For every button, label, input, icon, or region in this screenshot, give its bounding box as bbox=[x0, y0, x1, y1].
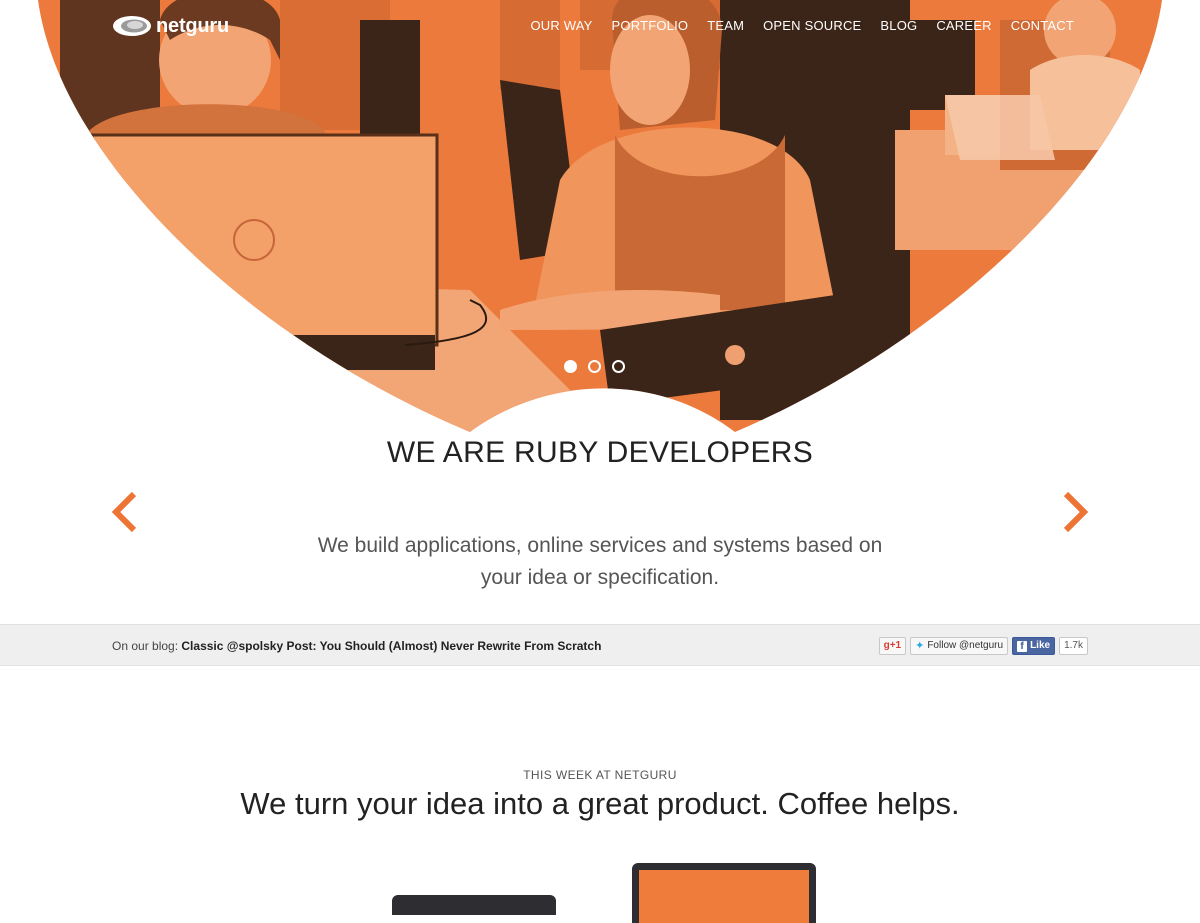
chevron-left-icon[interactable] bbox=[110, 490, 140, 534]
nav-item-contact[interactable]: CONTACT bbox=[1011, 18, 1074, 34]
facebook-like-button[interactable]: f Like bbox=[1012, 637, 1056, 655]
slider-pagination bbox=[564, 360, 625, 373]
nav-item-portfolio[interactable]: PORTFOLIO bbox=[612, 18, 689, 34]
section-kicker: THIS WEEK AT NETGURU bbox=[523, 768, 677, 782]
monitor-screen bbox=[639, 870, 809, 923]
hero-banner: netguru OUR WAY PORTFOLIO TEAM OPEN SOUR… bbox=[0, 0, 1200, 440]
facebook-icon: f bbox=[1017, 640, 1028, 652]
chevron-right-icon[interactable] bbox=[1060, 490, 1090, 534]
blog-teaser: On our blog: Classic @spolsky Post: You … bbox=[112, 639, 601, 653]
blog-post-link[interactable]: Classic @spolsky Post: You Should (Almos… bbox=[181, 639, 601, 653]
google-plus-button[interactable]: g+1 bbox=[878, 637, 907, 655]
twitter-follow-label: Follow @netguru bbox=[927, 640, 1004, 651]
section-heading: We turn your idea into a great product. … bbox=[240, 786, 960, 821]
slide-dot-3[interactable] bbox=[612, 360, 625, 373]
hero-description: We build applications, online services a… bbox=[317, 534, 883, 589]
nav-item-open-source[interactable]: OPEN SOURCE bbox=[763, 18, 861, 34]
twitter-bird-icon: ✦ bbox=[915, 640, 925, 652]
logo-mark-icon bbox=[113, 16, 151, 36]
nav-item-career[interactable]: CAREER bbox=[936, 18, 991, 34]
monitor-illustration bbox=[632, 863, 816, 923]
laptop-illustration bbox=[392, 895, 556, 915]
nav-item-blog[interactable]: BLOG bbox=[880, 18, 917, 34]
facebook-like-count: 1.7k bbox=[1059, 637, 1088, 655]
slide-dot-1[interactable] bbox=[564, 360, 577, 373]
blog-bar: On our blog: Classic @spolsky Post: You … bbox=[0, 624, 1200, 666]
twitter-follow-button[interactable]: ✦ Follow @netguru bbox=[910, 637, 1009, 655]
google-plus-label: g+1 bbox=[883, 640, 902, 651]
nav-item-team[interactable]: TEAM bbox=[707, 18, 744, 34]
nav-item-our-way[interactable]: OUR WAY bbox=[530, 18, 592, 34]
logo-text: netguru bbox=[156, 14, 230, 37]
hero-title: WE ARE RUBY DEVELOPERS bbox=[386, 436, 814, 469]
facebook-like-label: Like bbox=[1030, 640, 1051, 651]
social-buttons: g+1 ✦ Follow @netguru f Like 1.7k bbox=[878, 637, 1088, 655]
netguru-logo[interactable]: netguru bbox=[112, 14, 229, 38]
main-nav: OUR WAY PORTFOLIO TEAM OPEN SOURCE BLOG … bbox=[530, 18, 1074, 34]
hero-image bbox=[38, 0, 1162, 432]
blog-prefix: On our blog: bbox=[112, 639, 179, 653]
slide-dot-2[interactable] bbox=[588, 360, 601, 373]
